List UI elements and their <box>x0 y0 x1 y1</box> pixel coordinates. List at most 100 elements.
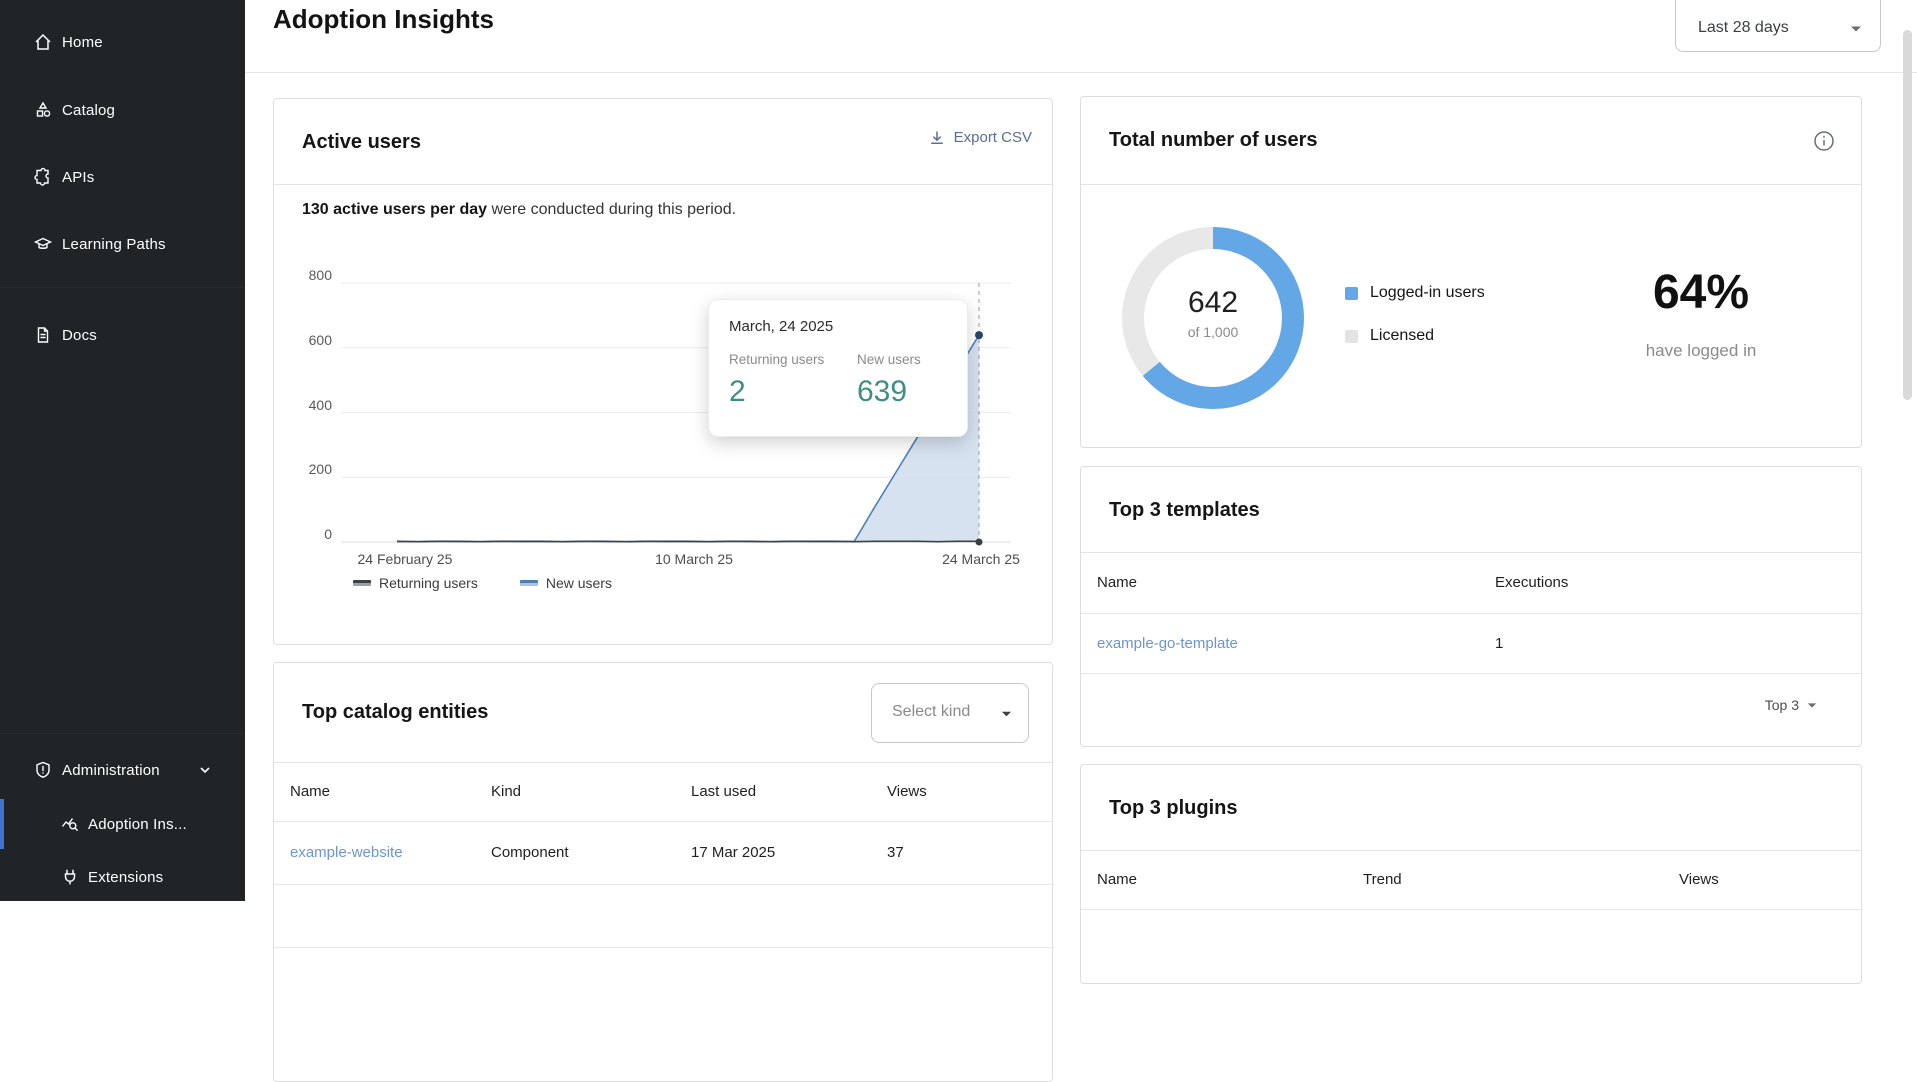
card-title: Active users <box>302 131 421 154</box>
legend-label: Returning users <box>379 575 478 591</box>
table-row <box>274 884 1054 947</box>
templates-card-header: Top 3 templates <box>1081 467 1861 553</box>
document-icon <box>33 325 53 345</box>
home-icon <box>33 32 53 52</box>
sidebar: Home Catalog APIs Learning Paths Docs Ad… <box>0 0 245 901</box>
tooltip-new-label: New users <box>857 352 921 367</box>
sidebar-item-label: APIs <box>62 169 94 186</box>
top-n-select[interactable]: Top 3 <box>1765 697 1817 713</box>
x-tick: 10 March 25 <box>655 551 733 567</box>
logged-in-percent: 64% <box>1581 265 1821 320</box>
logged-in-total: 642 <box>1121 286 1305 320</box>
catalog-entities-table: Name Kind Last used Views example-websit… <box>274 763 1054 948</box>
template-link[interactable]: example-go-template <box>1097 635 1238 652</box>
column-header: Trend <box>1347 851 1663 909</box>
y-tick: 0 <box>324 526 332 542</box>
entity-link[interactable]: example-website <box>290 844 403 861</box>
tooltip-date: March, 24 2025 <box>729 318 947 335</box>
sidebar-item-catalog[interactable]: Catalog <box>0 90 245 130</box>
download-icon <box>929 130 945 146</box>
column-header: Kind <box>475 763 675 821</box>
plug-icon <box>60 867 80 887</box>
header-divider <box>245 72 1917 73</box>
table-header-row: Name Trend Views <box>1081 851 1863 909</box>
sidebar-item-extensions[interactable]: Extensions <box>0 857 245 897</box>
sidebar-item-label: Catalog <box>62 102 115 119</box>
table-row: example-go-template 1 <box>1081 613 1863 673</box>
page-title: Adoption Insights <box>273 4 494 35</box>
sidebar-item-administration[interactable]: Administration <box>0 750 245 790</box>
sidebar-divider <box>0 733 245 734</box>
logged-in-caption: have logged in <box>1581 341 1821 361</box>
users-donut-chart: 642 of 1,000 <box>1121 226 1305 410</box>
shield-exclamation-icon <box>33 760 53 780</box>
info-icon[interactable] <box>1813 130 1835 152</box>
legend-item-new-users: New users <box>520 575 612 591</box>
card-title: Top 3 templates <box>1109 499 1260 522</box>
column-header: Executions <box>1479 553 1863 613</box>
column-header: Name <box>274 763 475 821</box>
templates-table: Name Executions example-go-template 1 <box>1081 553 1863 674</box>
card-title: Top 3 plugins <box>1109 797 1238 820</box>
total-users-card: Total number of users 642 of 1,000 Logge… <box>1080 96 1862 448</box>
legend-item-licensed: Licensed <box>1345 324 1485 348</box>
table-row: example-website Component 17 Mar 2025 37 <box>274 821 1054 884</box>
catalog-card-header: Top catalog entities Select kind <box>274 663 1052 763</box>
sidebar-item-label: Extensions <box>88 869 163 886</box>
column-header: Views <box>1663 851 1863 909</box>
total-users-card-header: Total number of users <box>1081 97 1861 185</box>
chevron-down-icon[interactable] <box>198 763 212 777</box>
returning-users-swatch <box>353 580 371 586</box>
sidebar-divider <box>0 287 245 288</box>
column-header: Name <box>1081 553 1479 613</box>
y-tick: 200 <box>309 461 332 477</box>
adoption-insights-icon <box>60 814 80 834</box>
export-csv-label: Export CSV <box>954 129 1032 146</box>
date-range-value: Last 28 days <box>1698 19 1789 37</box>
active-users-card: Active users Export CSV 130 active users… <box>273 98 1053 645</box>
active-users-card-header: Active users Export CSV <box>274 99 1052 185</box>
licensed-swatch <box>1345 330 1358 343</box>
sidebar-item-label: Administration <box>62 762 160 779</box>
sidebar-item-adoption-insights[interactable]: Adoption Ins... <box>0 804 245 844</box>
sidebar-item-label: Home <box>62 34 103 51</box>
sidebar-item-home[interactable]: Home <box>0 22 245 62</box>
entity-kind: Component <box>475 821 675 884</box>
donut-center-label: 642 of 1,000 <box>1121 286 1305 340</box>
column-header: Last used <box>675 763 871 821</box>
export-csv-button[interactable]: Export CSV <box>929 129 1032 146</box>
chart-legend: Returning users New users <box>353 575 612 591</box>
column-header: Name <box>1081 851 1347 909</box>
main-content: Adoption Insights Last 28 days Active us… <box>245 0 1917 901</box>
template-executions: 1 <box>1479 613 1863 673</box>
chart-summary: 130 active users per day were conducted … <box>302 201 736 219</box>
licensed-total: of 1,000 <box>1121 324 1305 340</box>
sidebar-item-label: Docs <box>62 327 97 344</box>
sidebar-item-docs[interactable]: Docs <box>0 315 245 355</box>
select-kind-placeholder: Select kind <box>892 703 970 721</box>
sidebar-item-label: Adoption Ins... <box>88 816 187 833</box>
legend-item-returning-users: Returning users <box>353 575 478 591</box>
users-legend: Logged-in users Licensed <box>1345 281 1485 367</box>
top-n-value: Top 3 <box>1765 697 1799 713</box>
y-tick: 400 <box>309 397 332 413</box>
table-header-row: Name Executions <box>1081 553 1863 613</box>
table-header-row: Name Kind Last used Views <box>274 763 1054 821</box>
graduation-cap-icon <box>33 234 53 254</box>
select-kind-dropdown[interactable]: Select kind <box>871 683 1029 743</box>
column-header: Views <box>871 763 1054 821</box>
new-users-swatch <box>520 580 538 586</box>
sidebar-item-learning-paths[interactable]: Learning Paths <box>0 224 245 264</box>
x-tick: 24 February 25 <box>358 551 453 567</box>
tooltip-returning-value: 2 <box>729 375 824 409</box>
date-range-select[interactable]: Last 28 days <box>1675 0 1881 52</box>
tooltip-returning-label: Returning users <box>729 352 824 367</box>
x-tick: 24 March 25 <box>942 551 1020 567</box>
x-axis-labels: 24 February 25 10 March 25 24 March 25 <box>341 551 1011 571</box>
catalog-icon <box>33 100 53 120</box>
tooltip-new-value: 639 <box>857 375 921 409</box>
sidebar-item-apis[interactable]: APIs <box>0 157 245 197</box>
logged-in-swatch <box>1345 287 1358 300</box>
vertical-scrollbar-thumb[interactable] <box>1903 30 1912 400</box>
top-catalog-entities-card: Top catalog entities Select kind Name Ki… <box>273 662 1053 1082</box>
